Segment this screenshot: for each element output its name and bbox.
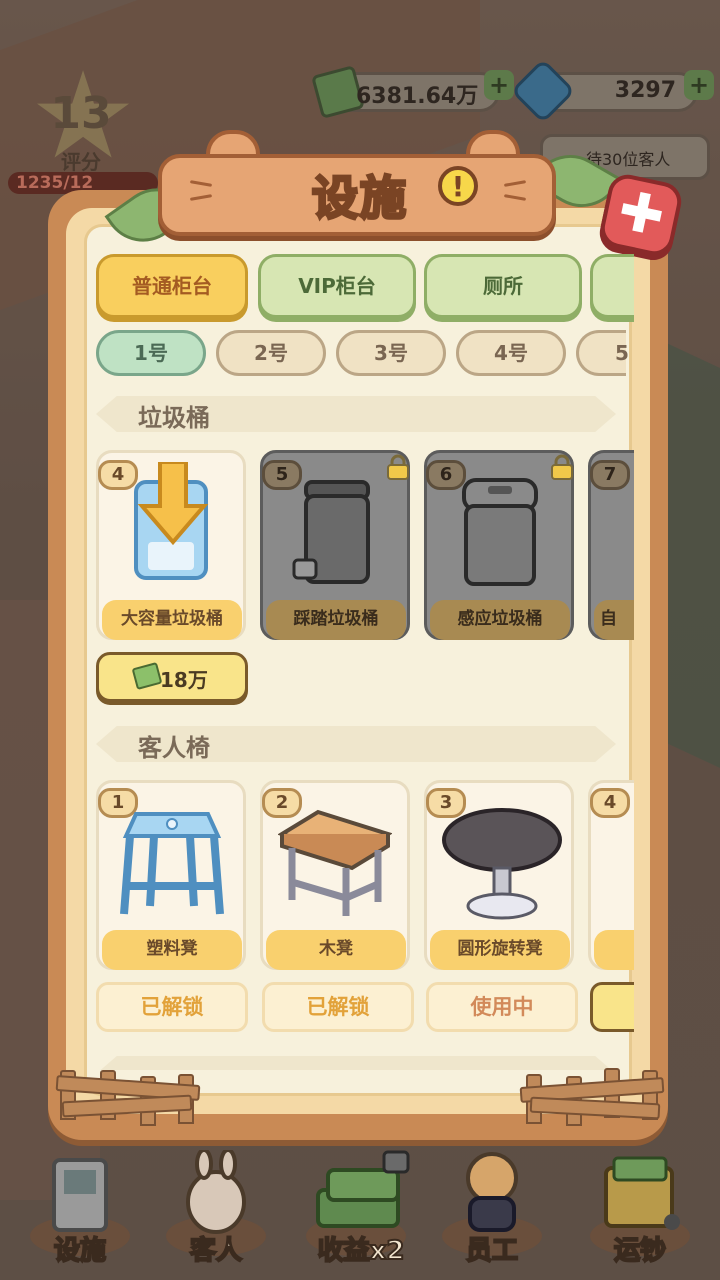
tab-normal-counter[interactable]: 普通柜台 bbox=[96, 254, 248, 318]
counter-tab-1[interactable]: 1号 bbox=[96, 330, 206, 376]
plastic-stool-icon bbox=[120, 812, 224, 915]
item-level-badge: 4 bbox=[590, 788, 630, 818]
item-name: 感应垃圾桶 bbox=[430, 600, 570, 640]
unlocked-status-button[interactable]: 已解锁 bbox=[96, 982, 248, 1032]
nav-customer[interactable]: 客人 bbox=[156, 1150, 276, 1270]
counter-tab-2[interactable]: 2号 bbox=[216, 330, 326, 376]
tab-more[interactable] bbox=[590, 254, 634, 318]
nav-label: 客人 bbox=[189, 1235, 243, 1267]
nav-facility[interactable]: 设施 bbox=[20, 1150, 140, 1270]
section-header-bar bbox=[96, 1056, 616, 1070]
nav-cash-transport[interactable]: 运钞 bbox=[580, 1150, 700, 1270]
staff-icon bbox=[466, 1152, 518, 1232]
section-header-chairs: 客人椅 bbox=[96, 720, 616, 768]
price-value: 18万 bbox=[160, 668, 208, 692]
item-name: 大容量垃圾桶 bbox=[102, 600, 242, 640]
modal-title: 设施 bbox=[311, 170, 408, 227]
nav-label: 设施 bbox=[53, 1235, 107, 1267]
tab-vip-counter[interactable]: VIP柜台 bbox=[258, 254, 416, 318]
section-title: 垃圾桶 bbox=[138, 404, 210, 432]
nav-label: 员工 bbox=[465, 1235, 519, 1267]
unlocked-status-button[interactable]: 已解锁 bbox=[262, 982, 414, 1032]
item-name: 自 bbox=[594, 600, 634, 640]
partial-status-button[interactable] bbox=[590, 982, 634, 1032]
item-name: 圆形旋转凳 bbox=[430, 930, 570, 970]
item-name: 木凳 bbox=[266, 930, 406, 970]
customer-icon bbox=[186, 1150, 246, 1234]
facility-icon bbox=[52, 1158, 108, 1232]
wood-stool-icon bbox=[278, 809, 392, 916]
item-name bbox=[594, 930, 634, 970]
money-stack-icon bbox=[316, 1150, 410, 1228]
bin-with-arrow-icon bbox=[134, 462, 209, 580]
in-use-status-button[interactable]: 使用中 bbox=[426, 982, 578, 1032]
sensor-bin-icon bbox=[462, 478, 538, 586]
counter-tab-5[interactable]: 5 bbox=[576, 330, 629, 376]
item-name: 塑料凳 bbox=[102, 930, 242, 970]
money-value: 6381.64万 bbox=[356, 84, 479, 109]
cash-cart-icon bbox=[604, 1156, 680, 1230]
add-money-button[interactable]: + bbox=[484, 70, 514, 100]
pedal-bin-icon bbox=[292, 480, 370, 584]
lock-icon bbox=[551, 454, 573, 480]
info-icon[interactable]: ! bbox=[438, 166, 478, 206]
counter-tab-3[interactable]: 3号 bbox=[336, 330, 446, 376]
item-level-badge: 7 bbox=[590, 460, 630, 490]
swivel-stool-icon bbox=[442, 808, 562, 920]
section-header-trash: 垃圾桶 bbox=[96, 390, 616, 438]
item-name: 踩踏垃圾桶 bbox=[266, 600, 406, 640]
section-header-next bbox=[96, 1050, 616, 1070]
level-value: 13 bbox=[50, 88, 112, 139]
nav-staff[interactable]: 员工 bbox=[432, 1150, 552, 1270]
counter-tab-4[interactable]: 4号 bbox=[456, 330, 566, 376]
lock-icon bbox=[387, 454, 409, 480]
nav-label: 收益x2 bbox=[317, 1235, 406, 1267]
section-title: 客人椅 bbox=[138, 734, 210, 762]
gem-value: 3297 bbox=[614, 78, 676, 103]
nav-double-income[interactable]: 收益x2 bbox=[296, 1150, 426, 1270]
nav-label: 运钞 bbox=[613, 1235, 667, 1267]
tab-toilet[interactable]: 厕所 bbox=[424, 254, 582, 318]
add-gem-button[interactable]: + bbox=[684, 70, 714, 100]
rating-label: 评分 bbox=[61, 150, 101, 174]
